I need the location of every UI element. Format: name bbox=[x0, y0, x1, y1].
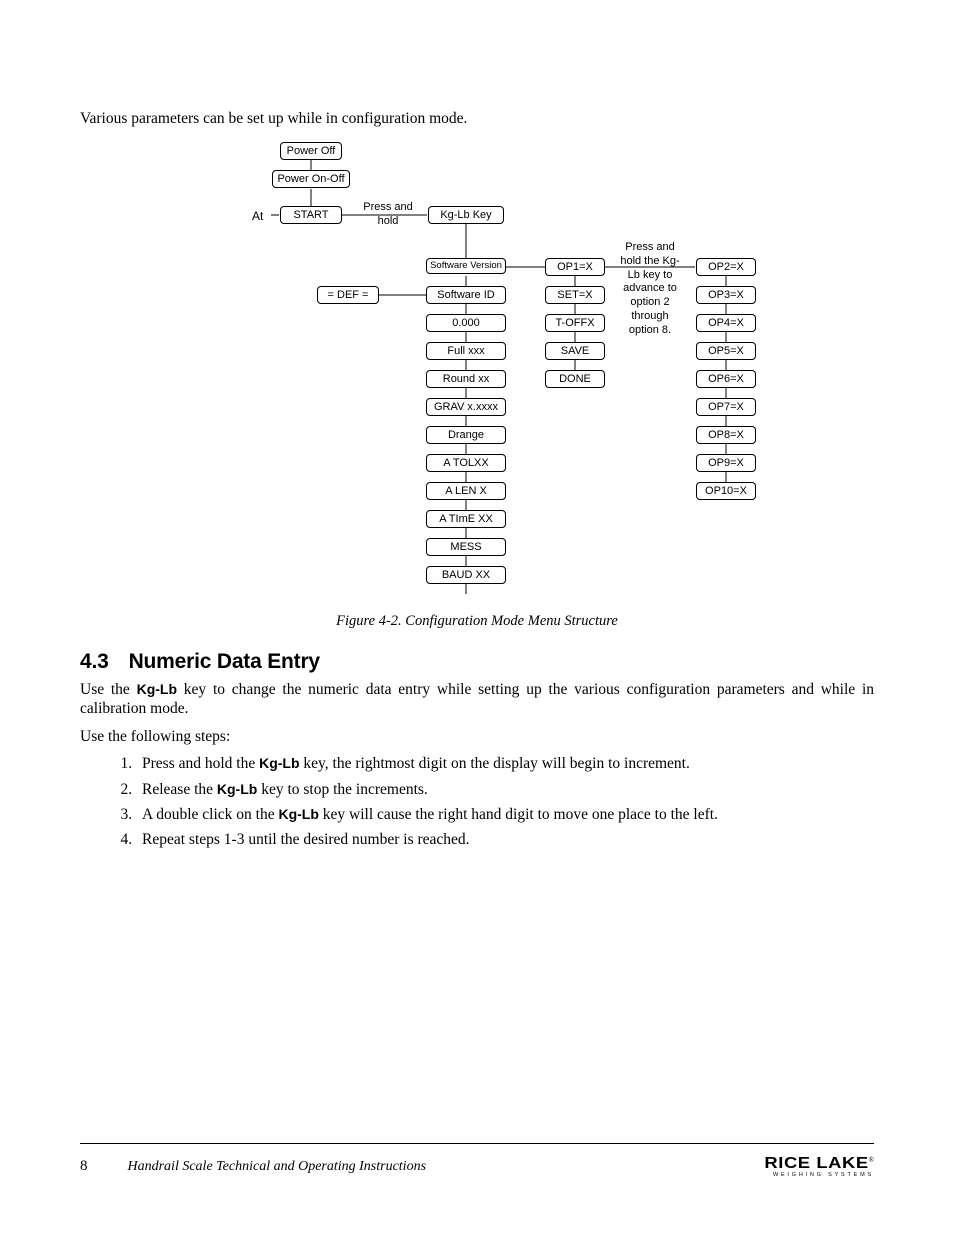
step-2: Release the Kg-Lb key to stop the increm… bbox=[136, 780, 874, 799]
paragraph-1: Use the Kg-Lb key to change the numeric … bbox=[80, 680, 874, 719]
figure-caption: Figure 4-2. Configuration Mode Menu Stru… bbox=[80, 613, 874, 630]
box-alen: A LEN X bbox=[426, 482, 506, 500]
box-start: START bbox=[280, 206, 342, 224]
box-0000: 0.000 bbox=[426, 314, 506, 332]
box-power-on: Power On-Off bbox=[272, 170, 350, 188]
box-done: DONE bbox=[545, 370, 605, 388]
section-number: 4.3 bbox=[80, 650, 109, 673]
box-sw-id: Software ID bbox=[426, 286, 506, 304]
steps-list: Press and hold the Kg-Lb key, the rightm… bbox=[136, 754, 874, 850]
page-footer: 8 Handrail Scale Technical and Operating… bbox=[80, 1143, 874, 1183]
box-atime: A TImE XX bbox=[426, 510, 506, 528]
brand-name: RICE LAKE bbox=[764, 1155, 868, 1173]
paragraph-2: Use the following steps: bbox=[80, 727, 874, 746]
step-4: Repeat steps 1-3 until the desired numbe… bbox=[136, 830, 874, 849]
box-kglb-key: Kg-Lb Key bbox=[428, 206, 504, 224]
page-number: 8 bbox=[80, 1158, 88, 1175]
brand-logo: RICE LAKE® WEIGHING SYSTEMS bbox=[773, 1155, 874, 1178]
key-kglb: Kg-Lb bbox=[137, 681, 177, 697]
box-round: Round xx bbox=[426, 370, 506, 388]
config-diagram: Power Off Power On-Off START Kg-Lb Key A… bbox=[80, 140, 874, 605]
box-save: SAVE bbox=[545, 342, 605, 360]
box-atol: A TOLXX bbox=[426, 454, 506, 472]
box-op4: OP4=X bbox=[696, 314, 756, 332]
box-op7: OP7=X bbox=[696, 398, 756, 416]
box-op6: OP6=X bbox=[696, 370, 756, 388]
box-def: = DEF = bbox=[317, 286, 379, 304]
box-op5: OP5=X bbox=[696, 342, 756, 360]
box-op2: OP2=X bbox=[696, 258, 756, 276]
box-grav: GRAV x.xxxx bbox=[426, 398, 506, 416]
footer-title: Handrail Scale Technical and Operating I… bbox=[128, 1159, 427, 1175]
box-op9: OP9=X bbox=[696, 454, 756, 472]
step-3: A double click on the Kg-Lb key will cau… bbox=[136, 805, 874, 824]
box-drange: Drange bbox=[426, 426, 506, 444]
box-toff: T-OFFX bbox=[545, 314, 605, 332]
section-title: Numeric Data Entry bbox=[129, 650, 320, 673]
step-1: Press and hold the Kg-Lb key, the rightm… bbox=[136, 754, 874, 773]
box-op3: OP3=X bbox=[696, 286, 756, 304]
label-at: At bbox=[252, 209, 263, 224]
box-baud: BAUD XX bbox=[426, 566, 506, 584]
box-sw-version: Software Version bbox=[426, 258, 506, 274]
intro-text: Various parameters can be set up while i… bbox=[80, 110, 874, 128]
box-power-off: Power Off bbox=[280, 142, 342, 160]
box-mess: MESS bbox=[426, 538, 506, 556]
label-press-hold: Press and hold bbox=[358, 201, 418, 229]
section-heading: 4.3 Numeric Data Entry bbox=[80, 650, 874, 674]
box-set: SET=X bbox=[545, 286, 605, 304]
box-op8: OP8=X bbox=[696, 426, 756, 444]
box-full: Full xxx bbox=[426, 342, 506, 360]
box-op1: OP1=X bbox=[545, 258, 605, 276]
box-op10: OP10=X bbox=[696, 482, 756, 500]
label-advance-note: Press and hold the Kg-Lb key to advance … bbox=[616, 241, 684, 337]
